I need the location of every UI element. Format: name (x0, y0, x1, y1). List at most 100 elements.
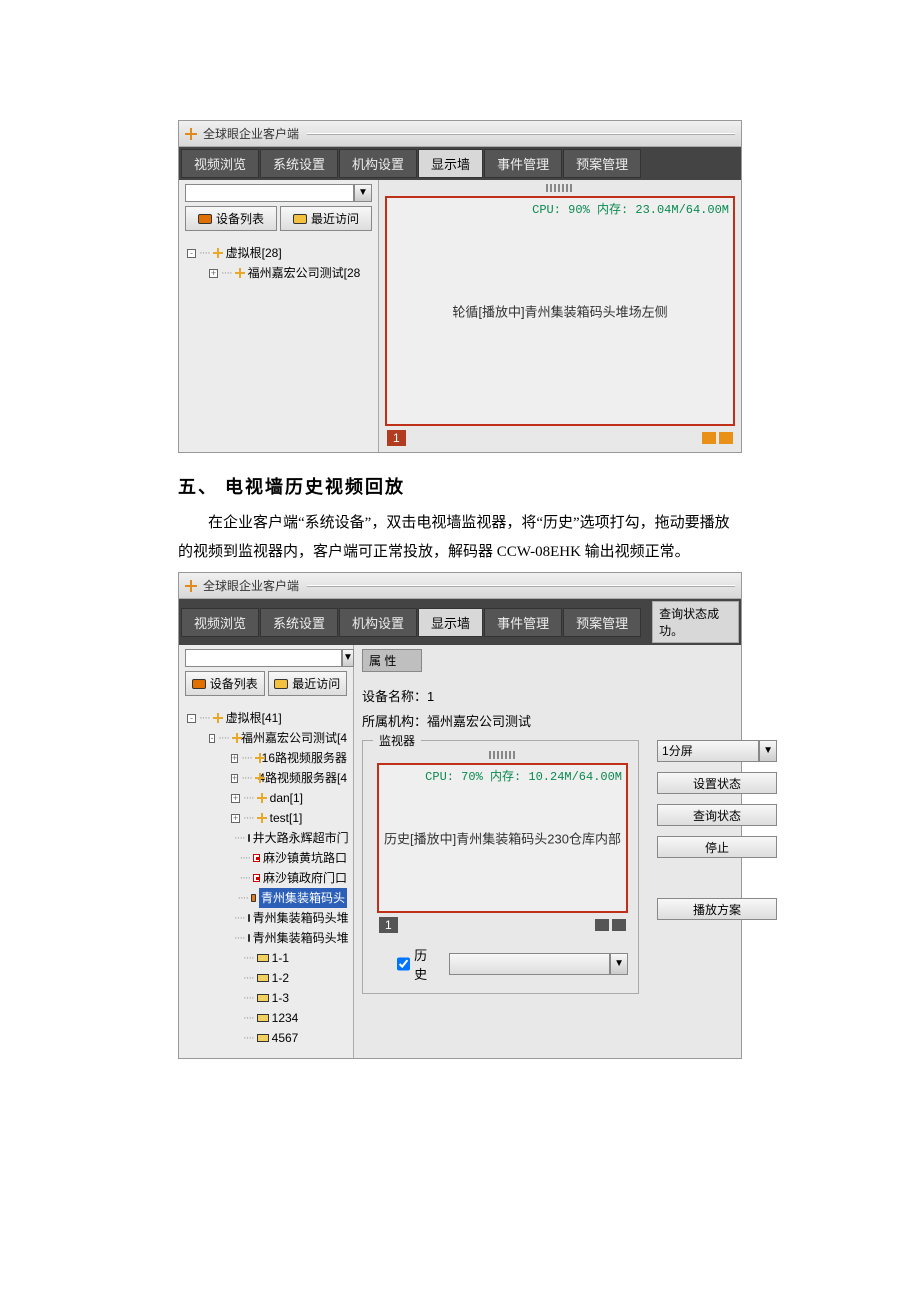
screen-select-value: 1分屏 (657, 740, 759, 762)
history-checkbox[interactable] (397, 957, 410, 971)
tab-recent[interactable]: 最近访问 (268, 671, 348, 696)
expand-icon[interactable]: + (231, 794, 240, 803)
tree-item[interactable]: ···· 1-1 (187, 948, 347, 968)
tree-item[interactable]: ···· 麻沙镇黄坑路口 (187, 848, 347, 868)
monitor-icon (198, 214, 212, 224)
menu-tab-5[interactable]: 预案管理 (563, 149, 641, 178)
tree-item-label: dan[1] (270, 788, 303, 808)
tree-item-label: 麻沙镇政府门口 (263, 868, 347, 888)
tree-item-label: 1-2 (272, 968, 289, 988)
menu-tab-4[interactable]: 事件管理 (484, 608, 562, 637)
org-label: 所属机构： (362, 714, 427, 729)
menu-tab-3[interactable]: 显示墙 (418, 608, 483, 637)
tree-item[interactable]: -···· 虚拟根[28] (187, 243, 372, 263)
menu-tab-3[interactable]: 显示墙 (418, 149, 483, 178)
tree-item[interactable]: -···· 福州嘉宏公司测试[4 (187, 728, 347, 748)
tree-item[interactable]: ···· 青州集装箱码头堆 (187, 908, 347, 928)
video-index[interactable]: 1 (379, 917, 398, 933)
expand-icon[interactable]: + (209, 269, 218, 278)
tree-item[interactable]: ···· 1234 (187, 1008, 347, 1028)
tab-recent[interactable]: 最近访问 (280, 206, 372, 231)
tab-device-list[interactable]: 设备列表 (185, 206, 277, 231)
tree-item[interactable]: +···· 16路视频服务器 (187, 748, 347, 768)
tree-item[interactable]: ···· 井大路永辉超市门 (187, 828, 347, 848)
tree-item-label: 虚拟根[41] (226, 708, 282, 728)
plan-icon (257, 974, 269, 982)
tree-item[interactable]: ···· 青州集装箱码头堆 (187, 928, 347, 948)
chevron-down-icon[interactable]: ▼ (342, 649, 354, 667)
app-icon (185, 580, 197, 592)
tree-item[interactable]: +···· test[1] (187, 808, 347, 828)
tree-item-label: 青州集装箱码头堆 (253, 928, 349, 948)
cross-icon (213, 713, 223, 723)
menu-tab-1[interactable]: 系统设置 (260, 608, 338, 637)
plan-icon (257, 1034, 269, 1042)
titlebar: 全球眼企业客户端 (179, 573, 741, 599)
tab-device-list[interactable]: 设备列表 (185, 671, 265, 696)
tab-device-label: 设备列表 (216, 210, 264, 227)
video-caption: 轮循[播放中]青州集装箱码头堆场左侧 (387, 302, 733, 321)
tab-recent-label: 最近访问 (311, 210, 359, 227)
cam-icon (251, 894, 256, 902)
menu-tab-4[interactable]: 事件管理 (484, 149, 562, 178)
play-scheme-button[interactable]: 播放方案 (657, 898, 777, 920)
chevron-down-icon[interactable]: ▼ (610, 953, 628, 975)
tree-item-label: 青州集装箱码头 (259, 888, 347, 908)
video-panel[interactable]: CPU: 90% 内存: 23.04M/64.00M 轮循[播放中]青州集装箱码… (385, 196, 735, 426)
tree-item[interactable]: ···· 1-3 (187, 988, 347, 1008)
tree-item[interactable]: -···· 虚拟根[41] (187, 708, 347, 728)
app-title: 全球眼企业客户端 (203, 125, 299, 142)
tree-item[interactable]: ···· 青州集装箱码头 (187, 888, 347, 908)
menu-tab-2[interactable]: 机构设置 (339, 608, 417, 637)
tree-item[interactable]: +···· dan[1] (187, 788, 347, 808)
drag-grip-icon[interactable] (546, 184, 574, 192)
search-combo[interactable]: ▼ (185, 649, 347, 667)
search-combo[interactable]: ▼ (185, 184, 372, 202)
app-title: 全球眼企业客户端 (203, 577, 299, 594)
device-tree[interactable]: -···· 虚拟根[41]-···· 福州嘉宏公司测试[4+···· 16路视频… (179, 700, 353, 1052)
tree-item[interactable]: +···· 4路视频服务器[4 (187, 768, 347, 788)
menu-tab-2[interactable]: 机构设置 (339, 149, 417, 178)
video-caption: 历史[播放中]青州集装箱码头230仓库内部 (379, 829, 626, 848)
search-input[interactable] (185, 649, 342, 667)
menu-tab-5[interactable]: 预案管理 (563, 608, 641, 637)
tree-item-label: 麻沙镇黄坑路口 (263, 848, 347, 868)
screen-select[interactable]: 1分屏 ▼ (657, 740, 777, 762)
set-status-button[interactable]: 设置状态 (657, 772, 777, 794)
collapse-icon[interactable]: - (187, 249, 196, 258)
device-tree[interactable]: -···· 虚拟根[28]+···· 福州嘉宏公司测试[28 (179, 235, 378, 287)
chevron-down-icon[interactable]: ▼ (759, 740, 777, 762)
stop-button[interactable]: 停止 (657, 836, 777, 858)
layout-buttons[interactable] (702, 432, 733, 444)
query-status-button[interactable]: 查询状态 (657, 804, 777, 826)
expand-icon[interactable]: + (231, 754, 238, 763)
collapse-icon[interactable]: - (209, 734, 215, 743)
titlebar-divider (307, 585, 735, 587)
tree-item-label: 1-3 (272, 988, 289, 1008)
tree-item[interactable]: ···· 1-2 (187, 968, 347, 988)
monitor-legend: 监视器 (373, 732, 421, 749)
cam-icon (248, 934, 250, 942)
tree-item[interactable]: ···· 麻沙镇政府门口 (187, 868, 347, 888)
drag-grip-icon[interactable] (489, 751, 517, 759)
collapse-icon[interactable]: - (187, 714, 196, 723)
tree-item[interactable]: ···· 4567 (187, 1028, 347, 1048)
tab-device-label: 设备列表 (210, 675, 258, 692)
menu-tab-1[interactable]: 系统设置 (260, 149, 338, 178)
history-select[interactable]: ▼ (449, 953, 628, 975)
org-row: 所属机构：福州嘉宏公司测试 (362, 711, 777, 730)
menu-tab-0[interactable]: 视频浏览 (181, 149, 259, 178)
menu-tab-0[interactable]: 视频浏览 (181, 608, 259, 637)
chevron-down-icon[interactable]: ▼ (354, 184, 372, 202)
layout-buttons[interactable] (595, 919, 626, 931)
video-index[interactable]: 1 (387, 430, 406, 446)
expand-icon[interactable]: + (231, 774, 238, 783)
video-panel[interactable]: CPU: 70% 内存: 10.24M/64.00M 历史[播放中]青州集装箱码… (377, 763, 628, 913)
cross-icon (257, 793, 267, 803)
search-input[interactable] (185, 184, 354, 202)
expand-icon[interactable]: + (231, 814, 240, 823)
tree-item[interactable]: +···· 福州嘉宏公司测试[28 (187, 263, 372, 283)
properties-panel: 属 性 设备名称：1 所属机构：福州嘉宏公司测试 监视器 CPU: 70% 内存… (354, 645, 785, 1058)
cross-icon (213, 248, 223, 258)
history-checkbox-label[interactable]: 历史 (397, 945, 439, 983)
